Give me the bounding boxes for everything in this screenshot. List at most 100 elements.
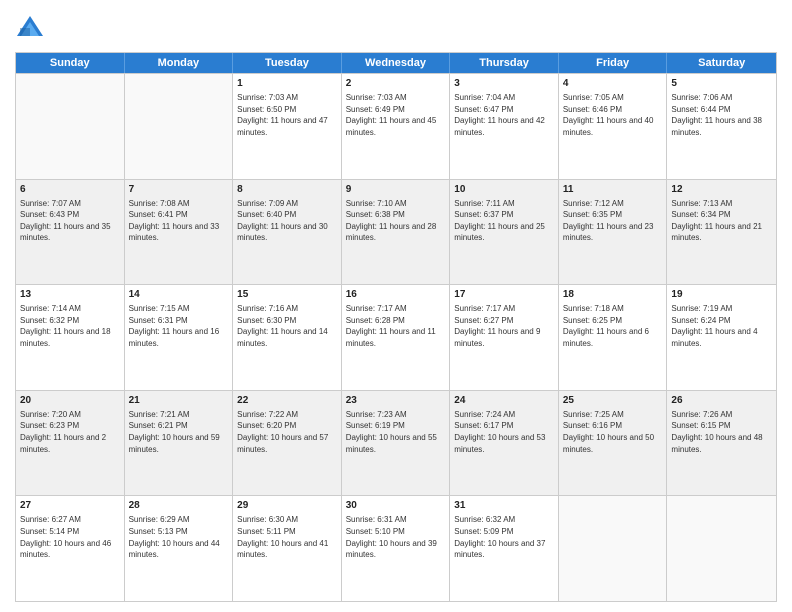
day-number: 12 (671, 183, 772, 197)
day-number: 18 (563, 288, 663, 302)
calendar-row-2: 13Sunrise: 7:14 AM Sunset: 6:32 PM Dayli… (16, 284, 776, 390)
day-number: 20 (20, 394, 120, 408)
cell-info: Sunrise: 7:21 AM Sunset: 6:21 PM Dayligh… (129, 409, 229, 455)
cell-info: Sunrise: 7:19 AM Sunset: 6:24 PM Dayligh… (671, 303, 772, 349)
cell-info: Sunrise: 7:20 AM Sunset: 6:23 PM Dayligh… (20, 409, 120, 455)
day-number: 4 (563, 77, 663, 91)
calendar-cell: 17Sunrise: 7:17 AM Sunset: 6:27 PM Dayli… (450, 285, 559, 390)
cell-info: Sunrise: 7:04 AM Sunset: 6:47 PM Dayligh… (454, 92, 554, 138)
header-cell-wednesday: Wednesday (342, 53, 451, 73)
day-number: 5 (671, 77, 772, 91)
calendar-row-1: 6Sunrise: 7:07 AM Sunset: 6:43 PM Daylig… (16, 179, 776, 285)
calendar-cell: 29Sunrise: 6:30 AM Sunset: 5:11 PM Dayli… (233, 496, 342, 601)
cell-info: Sunrise: 7:14 AM Sunset: 6:32 PM Dayligh… (20, 303, 120, 349)
calendar-cell: 27Sunrise: 6:27 AM Sunset: 5:14 PM Dayli… (16, 496, 125, 601)
day-number: 26 (671, 394, 772, 408)
day-number: 1 (237, 77, 337, 91)
day-number: 27 (20, 499, 120, 513)
calendar-cell: 30Sunrise: 6:31 AM Sunset: 5:10 PM Dayli… (342, 496, 451, 601)
cell-info: Sunrise: 7:11 AM Sunset: 6:37 PM Dayligh… (454, 198, 554, 244)
calendar-cell (559, 496, 668, 601)
calendar-cell: 3Sunrise: 7:04 AM Sunset: 6:47 PM Daylig… (450, 74, 559, 179)
calendar-cell: 13Sunrise: 7:14 AM Sunset: 6:32 PM Dayli… (16, 285, 125, 390)
cell-info: Sunrise: 7:17 AM Sunset: 6:27 PM Dayligh… (454, 303, 554, 349)
calendar-body: 1Sunrise: 7:03 AM Sunset: 6:50 PM Daylig… (16, 73, 776, 601)
calendar-row-4: 27Sunrise: 6:27 AM Sunset: 5:14 PM Dayli… (16, 495, 776, 601)
calendar-cell: 10Sunrise: 7:11 AM Sunset: 6:37 PM Dayli… (450, 180, 559, 285)
day-number: 31 (454, 499, 554, 513)
day-number: 2 (346, 77, 446, 91)
calendar-cell: 19Sunrise: 7:19 AM Sunset: 6:24 PM Dayli… (667, 285, 776, 390)
day-number: 8 (237, 183, 337, 197)
cell-info: Sunrise: 6:30 AM Sunset: 5:11 PM Dayligh… (237, 514, 337, 560)
calendar-cell: 12Sunrise: 7:13 AM Sunset: 6:34 PM Dayli… (667, 180, 776, 285)
day-number: 7 (129, 183, 229, 197)
header-cell-friday: Friday (559, 53, 668, 73)
cell-info: Sunrise: 6:27 AM Sunset: 5:14 PM Dayligh… (20, 514, 120, 560)
cell-info: Sunrise: 7:03 AM Sunset: 6:50 PM Dayligh… (237, 92, 337, 138)
cell-info: Sunrise: 7:26 AM Sunset: 6:15 PM Dayligh… (671, 409, 772, 455)
day-number: 10 (454, 183, 554, 197)
calendar-cell (667, 496, 776, 601)
day-number: 17 (454, 288, 554, 302)
day-number: 14 (129, 288, 229, 302)
cell-info: Sunrise: 7:23 AM Sunset: 6:19 PM Dayligh… (346, 409, 446, 455)
cell-info: Sunrise: 7:16 AM Sunset: 6:30 PM Dayligh… (237, 303, 337, 349)
header-cell-monday: Monday (125, 53, 234, 73)
cell-info: Sunrise: 7:06 AM Sunset: 6:44 PM Dayligh… (671, 92, 772, 138)
calendar-row-3: 20Sunrise: 7:20 AM Sunset: 6:23 PM Dayli… (16, 390, 776, 496)
cell-info: Sunrise: 7:07 AM Sunset: 6:43 PM Dayligh… (20, 198, 120, 244)
cell-info: Sunrise: 7:25 AM Sunset: 6:16 PM Dayligh… (563, 409, 663, 455)
calendar-cell: 21Sunrise: 7:21 AM Sunset: 6:21 PM Dayli… (125, 391, 234, 496)
day-number: 6 (20, 183, 120, 197)
header-cell-sunday: Sunday (16, 53, 125, 73)
calendar-cell: 18Sunrise: 7:18 AM Sunset: 6:25 PM Dayli… (559, 285, 668, 390)
cell-info: Sunrise: 7:12 AM Sunset: 6:35 PM Dayligh… (563, 198, 663, 244)
calendar-cell: 2Sunrise: 7:03 AM Sunset: 6:49 PM Daylig… (342, 74, 451, 179)
day-number: 30 (346, 499, 446, 513)
day-number: 16 (346, 288, 446, 302)
calendar-cell: 4Sunrise: 7:05 AM Sunset: 6:46 PM Daylig… (559, 74, 668, 179)
cell-info: Sunrise: 6:31 AM Sunset: 5:10 PM Dayligh… (346, 514, 446, 560)
calendar-cell: 6Sunrise: 7:07 AM Sunset: 6:43 PM Daylig… (16, 180, 125, 285)
cell-info: Sunrise: 7:17 AM Sunset: 6:28 PM Dayligh… (346, 303, 446, 349)
day-number: 3 (454, 77, 554, 91)
calendar-cell: 25Sunrise: 7:25 AM Sunset: 6:16 PM Dayli… (559, 391, 668, 496)
cell-info: Sunrise: 7:13 AM Sunset: 6:34 PM Dayligh… (671, 198, 772, 244)
day-number: 13 (20, 288, 120, 302)
calendar-cell: 5Sunrise: 7:06 AM Sunset: 6:44 PM Daylig… (667, 74, 776, 179)
day-number: 19 (671, 288, 772, 302)
calendar-cell: 9Sunrise: 7:10 AM Sunset: 6:38 PM Daylig… (342, 180, 451, 285)
logo (15, 14, 49, 44)
calendar-cell: 28Sunrise: 6:29 AM Sunset: 5:13 PM Dayli… (125, 496, 234, 601)
day-number: 25 (563, 394, 663, 408)
day-number: 9 (346, 183, 446, 197)
calendar-header-row: SundayMondayTuesdayWednesdayThursdayFrid… (16, 53, 776, 73)
cell-info: Sunrise: 7:24 AM Sunset: 6:17 PM Dayligh… (454, 409, 554, 455)
calendar: SundayMondayTuesdayWednesdayThursdayFrid… (15, 52, 777, 602)
day-number: 28 (129, 499, 229, 513)
calendar-row-0: 1Sunrise: 7:03 AM Sunset: 6:50 PM Daylig… (16, 73, 776, 179)
cell-info: Sunrise: 6:29 AM Sunset: 5:13 PM Dayligh… (129, 514, 229, 560)
cell-info: Sunrise: 7:05 AM Sunset: 6:46 PM Dayligh… (563, 92, 663, 138)
calendar-cell: 26Sunrise: 7:26 AM Sunset: 6:15 PM Dayli… (667, 391, 776, 496)
day-number: 24 (454, 394, 554, 408)
calendar-cell: 7Sunrise: 7:08 AM Sunset: 6:41 PM Daylig… (125, 180, 234, 285)
calendar-cell: 16Sunrise: 7:17 AM Sunset: 6:28 PM Dayli… (342, 285, 451, 390)
day-number: 23 (346, 394, 446, 408)
header-cell-saturday: Saturday (667, 53, 776, 73)
cell-info: Sunrise: 7:09 AM Sunset: 6:40 PM Dayligh… (237, 198, 337, 244)
cell-info: Sunrise: 6:32 AM Sunset: 5:09 PM Dayligh… (454, 514, 554, 560)
cell-info: Sunrise: 7:10 AM Sunset: 6:38 PM Dayligh… (346, 198, 446, 244)
cell-info: Sunrise: 7:22 AM Sunset: 6:20 PM Dayligh… (237, 409, 337, 455)
day-number: 21 (129, 394, 229, 408)
calendar-cell (125, 74, 234, 179)
calendar-cell: 11Sunrise: 7:12 AM Sunset: 6:35 PM Dayli… (559, 180, 668, 285)
calendar-cell (16, 74, 125, 179)
calendar-cell: 14Sunrise: 7:15 AM Sunset: 6:31 PM Dayli… (125, 285, 234, 390)
calendar-cell: 22Sunrise: 7:22 AM Sunset: 6:20 PM Dayli… (233, 391, 342, 496)
day-number: 29 (237, 499, 337, 513)
page: SundayMondayTuesdayWednesdayThursdayFrid… (0, 0, 792, 612)
header (15, 10, 777, 44)
day-number: 11 (563, 183, 663, 197)
